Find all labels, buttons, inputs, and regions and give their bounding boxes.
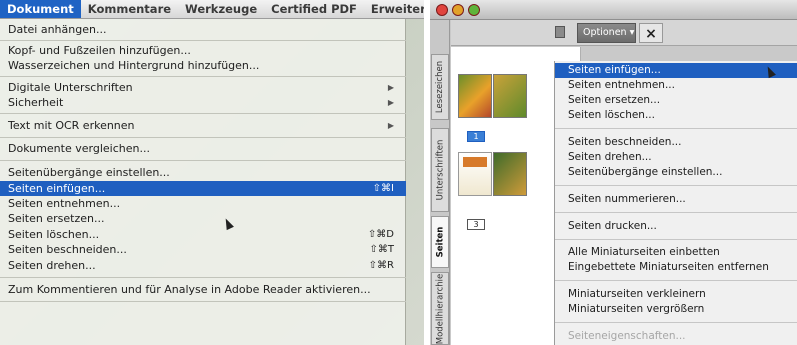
zoom-window-icon[interactable] <box>468 4 480 16</box>
tab-seiten[interactable]: Seiten <box>431 216 449 268</box>
menu-item-seiten-einfuegen[interactable]: Seiten einfügen... ⇧⌘I <box>0 181 406 196</box>
menu-separator <box>555 239 797 240</box>
menu-item-seiten-drucken[interactable]: Seiten drucken... <box>555 219 797 234</box>
side-tab-bar: Lesezeichen Unterschriften Seiten Modell… <box>430 20 450 345</box>
menu-separator <box>555 322 797 323</box>
menu-item-label: Seiten einfügen... <box>8 182 106 195</box>
menu-item-seiten-loeschen[interactable]: Seiten löschen... <box>555 108 797 123</box>
menu-item-label: Seiten drehen... <box>8 259 96 272</box>
menu-separator <box>0 40 406 41</box>
menu-item-seiten-ersetzen[interactable]: Seiten ersetzen... <box>555 93 797 108</box>
tab-unterschriften[interactable]: Unterschriften <box>431 128 449 212</box>
menu-separator <box>0 113 406 114</box>
menu-item-seitenuebergaenge[interactable]: Seitenübergänge einstellen... <box>555 165 797 180</box>
menu-separator <box>555 128 797 129</box>
menu-separator <box>0 137 406 138</box>
menu-item-sicherheit[interactable]: Sicherheit ▶ <box>0 95 406 110</box>
menu-separator <box>555 185 797 186</box>
menu-item-seiten-beschneiden[interactable]: Seiten beschneiden... <box>555 135 797 150</box>
shortcut-label: ⇧⌘R <box>368 260 394 271</box>
menu-bar: Dokument Kommentare Werkzeuge Certified … <box>0 0 424 19</box>
menu-item-label: Dokumente vergleichen... <box>8 142 150 155</box>
menu-item-miniaturen-entfernen[interactable]: Eingebettete Miniaturseiten entfernen <box>555 260 797 275</box>
menu-certified-pdf[interactable]: Certified PDF <box>264 0 364 18</box>
page-thumbnail[interactable] <box>493 74 527 118</box>
page-thumbnail[interactable] <box>458 152 492 196</box>
menu-item-seiten-drehen[interactable]: Seiten drehen... <box>555 150 797 165</box>
menu-item-label: Seiten löschen... <box>8 228 100 241</box>
menu-item-label: Digitale Unterschriften <box>8 81 133 94</box>
menu-item-seiten-einfuegen[interactable]: Seiten einfügen... <box>555 63 797 78</box>
dokument-menu: Datei anhängen... Kopf- und Fußzeilen hi… <box>0 19 406 345</box>
menu-separator <box>0 277 406 278</box>
menu-separator <box>0 160 406 161</box>
menu-item-seiteneigenschaften: Seiteneigenschaften... <box>568 330 686 342</box>
menu-item-seiten-beschneiden[interactable]: Seiten beschneiden... ⇧⌘T <box>0 242 406 257</box>
menu-item-seiten-ersetzen[interactable]: Seiten ersetzen... <box>0 211 406 226</box>
menu-item-seiten-drehen[interactable]: Seiten drehen... ⇧⌘R <box>0 258 406 273</box>
shortcut-label: ⇧⌘I <box>372 183 394 194</box>
menu-item-label: Seiten beschneiden... <box>8 243 127 256</box>
page-thumbnail[interactable] <box>493 152 527 196</box>
menu-erweitert[interactable]: Erweitert <box>364 0 424 18</box>
menu-item-wasserzeichen[interactable]: Wasserzeichen und Hintergrund hinzufügen… <box>0 58 406 73</box>
shortcut-label: ⇧⌘T <box>369 244 395 255</box>
options-menu: Seiten einfügen... Seiten entnehmen... S… <box>554 61 797 345</box>
tab-lesezeichen[interactable]: Lesezeichen <box>431 54 449 120</box>
menu-separator <box>555 280 797 281</box>
menu-item-seiten-entnehmen[interactable]: Seiten entnehmen... <box>555 78 797 93</box>
panel-toolbar: Optionen ▾ × <box>451 20 797 46</box>
left-screenshot: Dokument Kommentare Werkzeuge Certified … <box>0 0 424 345</box>
menu-item-miniaturen-vergroessern[interactable]: Miniaturseiten vergrößern <box>555 302 797 317</box>
menu-item-miniaturen-verkleinern[interactable]: Miniaturseiten verkleinern <box>555 287 797 302</box>
menu-item-kopf-fusszeilen[interactable]: Kopf- und Fußzeilen hinzufügen... <box>0 43 406 58</box>
options-button[interactable]: Optionen ▾ <box>577 23 636 43</box>
tab-modellhierarchie[interactable]: Modellhierarchie <box>431 272 449 345</box>
menu-item-label: Kopf- und Fußzeilen hinzufügen... <box>8 44 191 57</box>
submenu-arrow-icon: ▶ <box>387 98 394 107</box>
trash-icon[interactable] <box>555 26 565 38</box>
shortcut-label: ⇧⌘D <box>367 229 394 240</box>
chevron-down-icon: ▾ <box>629 27 635 38</box>
close-window-icon[interactable] <box>436 4 448 16</box>
menu-item-datei-anhaengen[interactable]: Datei anhängen... <box>0 22 406 37</box>
menu-item-label: Datei anhängen... <box>8 23 107 36</box>
menu-separator <box>0 76 406 77</box>
menu-item-label: Seitenübergänge einstellen... <box>8 166 170 179</box>
submenu-arrow-icon: ▶ <box>387 83 394 92</box>
minimize-window-icon[interactable] <box>452 4 464 16</box>
submenu-arrow-icon: ▶ <box>387 121 394 130</box>
menu-item-miniaturen-einbetten[interactable]: Alle Miniaturseiten einbetten <box>555 245 797 260</box>
menu-item-label: Seiten ersetzen... <box>8 212 105 225</box>
menu-separator <box>0 301 406 302</box>
menu-item-text-ocr[interactable]: Text mit OCR erkennen ▶ <box>0 118 406 133</box>
menu-item-seitenuebergaenge[interactable]: Seitenübergänge einstellen... <box>0 165 406 180</box>
menu-item-label: Seiten entnehmen... <box>8 197 121 210</box>
menu-dokument[interactable]: Dokument <box>0 0 81 18</box>
page-thumbnail[interactable] <box>458 74 492 118</box>
menu-item-label: Wasserzeichen und Hintergrund hinzufügen… <box>8 59 260 72</box>
options-label: Optionen <box>583 27 627 38</box>
menu-werkzeuge[interactable]: Werkzeuge <box>178 0 264 18</box>
menu-item-seiten-entnehmen[interactable]: Seiten entnehmen... <box>0 196 406 211</box>
menu-item-label: Text mit OCR erkennen <box>8 119 135 132</box>
menu-item-dokumente-vergleichen[interactable]: Dokumente vergleichen... <box>0 141 406 156</box>
right-screenshot: Lesezeichen Unterschriften Seiten Modell… <box>430 0 797 345</box>
menu-item-adobe-reader-aktivieren[interactable]: Zum Kommentieren und für Analyse in Adob… <box>0 282 406 297</box>
page-number-label: 3 <box>467 219 485 230</box>
menu-kommentare[interactable]: Kommentare <box>81 0 178 18</box>
window-titlebar <box>430 0 797 20</box>
menu-item-label: Zum Kommentieren und für Analyse in Adob… <box>8 283 371 296</box>
menu-item-digitale-unterschriften[interactable]: Digitale Unterschriften ▶ <box>0 80 406 95</box>
menu-item-seiten-loeschen[interactable]: Seiten löschen... ⇧⌘D <box>0 227 406 242</box>
menu-item-seiten-nummerieren[interactable]: Seiten nummerieren... <box>555 192 797 207</box>
menu-separator <box>555 212 797 213</box>
menu-item-label: Sicherheit <box>8 96 64 109</box>
close-panel-button[interactable]: × <box>639 23 663 43</box>
page-number-label: 1 <box>467 131 485 142</box>
